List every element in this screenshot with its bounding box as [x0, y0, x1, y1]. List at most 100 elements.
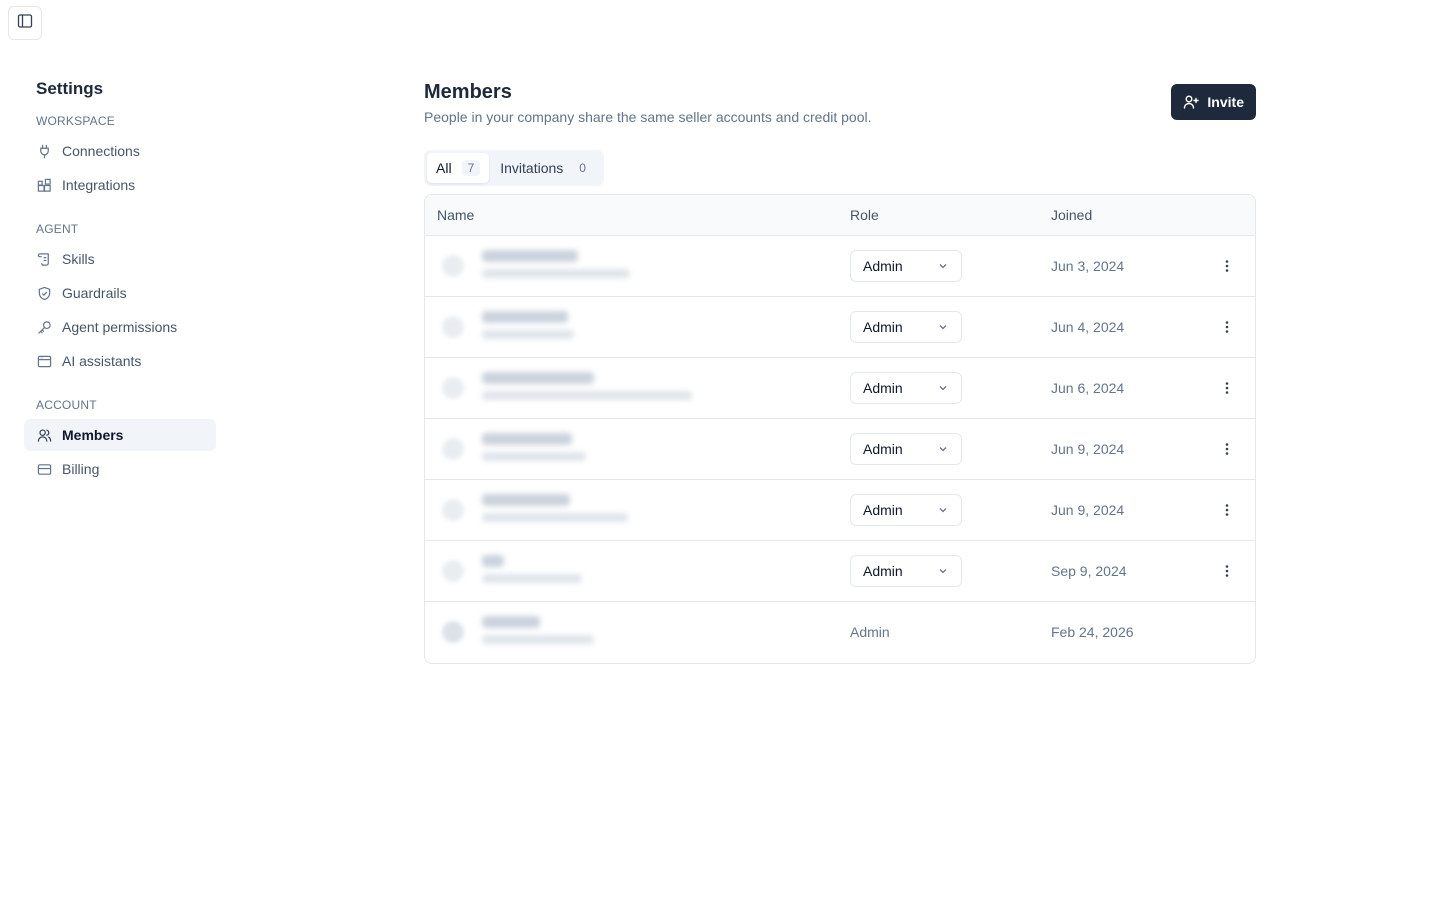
column-header-joined: Joined	[1051, 207, 1093, 223]
sidebar-item-ai-assistants[interactable]: AI assistants	[24, 345, 216, 377]
role-select[interactable]: Admin	[850, 372, 962, 404]
sidebar-toggle-button[interactable]	[8, 6, 42, 40]
redacted-member-email	[482, 330, 574, 339]
table-header: Name Role Joined	[425, 195, 1255, 236]
tab-all[interactable]: All 7	[427, 153, 490, 183]
section-label-agent: AGENT	[36, 222, 79, 236]
sidebar-item-label: Integrations	[62, 177, 136, 193]
redacted-member-name	[482, 372, 594, 384]
sidebar-item-label: Billing	[62, 461, 100, 477]
more-vertical-icon	[1219, 563, 1235, 579]
sidebar-item-label: Members	[62, 427, 124, 443]
role-select-value: Admin	[863, 258, 903, 274]
redacted-member-email	[482, 635, 594, 644]
avatar	[442, 255, 464, 277]
sidebar-item-agent-permissions[interactable]: Agent permissions	[24, 311, 216, 343]
section-label-account: ACCOUNT	[36, 398, 97, 412]
more-vertical-icon	[1219, 380, 1235, 396]
redacted-member-email	[482, 452, 586, 461]
chevron-down-icon	[937, 321, 949, 333]
sidebar-item-billing[interactable]: Billing	[24, 453, 216, 485]
chevron-down-icon	[937, 443, 949, 455]
role-static-value: Admin	[850, 624, 890, 640]
users-icon	[36, 427, 52, 443]
role-select-value: Admin	[863, 502, 903, 518]
redacted-member-email	[482, 391, 692, 400]
page-description: People in your company share the same se…	[424, 109, 872, 125]
role-select-value: Admin	[863, 441, 903, 457]
column-header-name: Name	[437, 207, 475, 223]
redacted-member-name	[482, 311, 568, 323]
sidebar-item-label: AI assistants	[62, 353, 142, 369]
row-actions-button[interactable]	[1215, 376, 1239, 400]
shield-check-icon	[36, 285, 52, 301]
sidebar-item-connections[interactable]: Connections	[24, 135, 216, 167]
sidebar-item-label: Agent permissions	[62, 319, 178, 335]
redacted-member-email	[482, 574, 582, 583]
role-select-value: Admin	[863, 380, 903, 396]
more-vertical-icon	[1219, 258, 1235, 274]
table-row: Admin Jun 9, 2024	[425, 480, 1255, 541]
chevron-down-icon	[937, 382, 949, 394]
row-actions-button[interactable]	[1215, 498, 1239, 522]
joined-date: Jun 4, 2024	[1051, 319, 1125, 335]
more-vertical-icon	[1219, 502, 1235, 518]
avatar	[442, 316, 464, 338]
redacted-member-name	[482, 616, 540, 628]
chevron-down-icon	[937, 260, 949, 272]
role-select[interactable]: Admin	[850, 494, 962, 526]
sidebar-item-guardrails[interactable]: Guardrails	[24, 277, 216, 309]
redacted-member-email	[482, 269, 630, 278]
tab-count-badge: 0	[579, 161, 586, 175]
row-actions-button[interactable]	[1215, 437, 1239, 461]
redacted-member-name	[482, 494, 570, 506]
tab-invitations[interactable]: Invitations 0	[491, 153, 601, 183]
user-plus-icon	[1183, 94, 1200, 110]
role-select[interactable]: Admin	[850, 555, 962, 587]
redacted-member-name	[482, 433, 572, 445]
more-vertical-icon	[1219, 319, 1235, 335]
sidebar-item-label: Guardrails	[62, 285, 127, 301]
sidebar-item-members[interactable]: Members	[24, 419, 216, 451]
app-window-icon	[36, 353, 52, 369]
redacted-member-name	[482, 555, 504, 567]
joined-date: Sep 9, 2024	[1051, 563, 1127, 579]
section-label-workspace: WORKSPACE	[36, 114, 115, 128]
avatar	[442, 377, 464, 399]
table-row: Admin Jun 6, 2024	[425, 358, 1255, 419]
chevron-down-icon	[937, 504, 949, 516]
page-title: Members	[424, 81, 512, 103]
joined-date: Jun 6, 2024	[1051, 380, 1125, 396]
avatar	[442, 621, 464, 643]
table-row: Admin Jun 3, 2024	[425, 236, 1255, 297]
blocks-icon	[36, 177, 52, 193]
joined-date: Jun 3, 2024	[1051, 258, 1125, 274]
table-row: Admin Jun 4, 2024	[425, 297, 1255, 358]
sidebar-title: Settings	[36, 79, 104, 98]
role-select[interactable]: Admin	[850, 433, 962, 465]
redacted-member-name	[482, 250, 578, 262]
avatar	[442, 560, 464, 582]
tab-label: All	[436, 160, 452, 176]
members-page: Members People in your company share the…	[424, 80, 1256, 664]
invite-button-label: Invite	[1207, 94, 1244, 110]
settings-sidebar: Settings WORKSPACE Connections Integrati…	[24, 78, 216, 485]
role-select[interactable]: Admin	[850, 311, 962, 343]
table-row: Admin Jun 9, 2024	[425, 419, 1255, 480]
joined-date: Jun 9, 2024	[1051, 441, 1125, 457]
row-actions-button[interactable]	[1215, 254, 1239, 278]
row-actions-button[interactable]	[1215, 315, 1239, 339]
tab-count-badge: 7	[461, 160, 481, 176]
scroll-icon	[36, 251, 52, 267]
tab-label: Invitations	[500, 160, 564, 176]
row-actions-button[interactable]	[1215, 559, 1239, 583]
role-select[interactable]: Admin	[850, 250, 962, 282]
sidebar-item-skills[interactable]: Skills	[24, 243, 216, 275]
sidebar-item-integrations[interactable]: Integrations	[24, 169, 216, 201]
invite-button[interactable]: Invite	[1171, 84, 1256, 120]
redacted-member-email	[482, 513, 628, 522]
sidebar-item-label: Skills	[62, 251, 95, 267]
key-icon	[36, 319, 52, 335]
column-header-role: Role	[850, 207, 879, 223]
avatar	[442, 499, 464, 521]
